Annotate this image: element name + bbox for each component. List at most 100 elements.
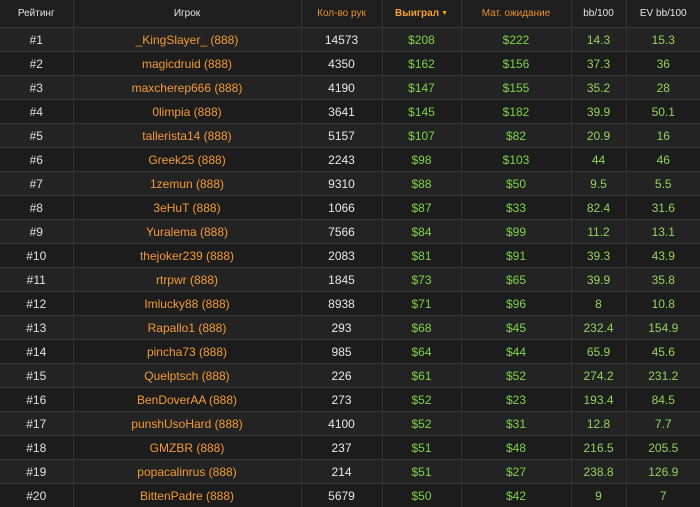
- table-row: #14pincha73 (888)985$64$4465.945.6: [0, 340, 700, 364]
- won-cell: $61: [382, 364, 461, 388]
- player-link[interactable]: rtrpwr (888): [156, 273, 218, 287]
- hands-cell: 237: [301, 436, 382, 460]
- player-link[interactable]: BenDoverAA (888): [137, 393, 237, 407]
- ev-cell: $23: [461, 388, 571, 412]
- rank-cell: #14: [0, 340, 73, 364]
- player-cell: BenDoverAA (888): [73, 388, 301, 412]
- sort-desc-icon: ▼: [441, 10, 448, 17]
- player-cell: Yuralema (888): [73, 220, 301, 244]
- player-link[interactable]: Quelptsch (888): [144, 369, 229, 383]
- hands-cell: 4100: [301, 412, 382, 436]
- ev-bb100-cell: 28: [626, 76, 700, 100]
- table-row: #10thejoker239 (888)2083$81$9139.343.9: [0, 244, 700, 268]
- table-row: #16BenDoverAA (888)273$52$23193.484.5: [0, 388, 700, 412]
- table-row: #9Yuralema (888)7566$84$9911.213.1: [0, 220, 700, 244]
- player-link[interactable]: popacalinrus (888): [137, 465, 236, 479]
- ev-cell: $96: [461, 292, 571, 316]
- ev-bb100-cell: 154.9: [626, 316, 700, 340]
- player-link[interactable]: Greek25 (888): [148, 153, 225, 167]
- ev-bb100-cell: 45.6: [626, 340, 700, 364]
- ev-bb100-cell: 7.7: [626, 412, 700, 436]
- header-bb100[interactable]: bb/100: [571, 0, 626, 28]
- bb100-cell: 193.4: [571, 388, 626, 412]
- ev-cell: $82: [461, 124, 571, 148]
- player-cell: Greek25 (888): [73, 148, 301, 172]
- hands-cell: 214: [301, 460, 382, 484]
- player-link[interactable]: thejoker239 (888): [140, 249, 234, 263]
- hands-cell: 4190: [301, 76, 382, 100]
- header-ev-bb100[interactable]: EV bb/100: [626, 0, 700, 28]
- bb100-cell: 11.2: [571, 220, 626, 244]
- player-link[interactable]: magicdruid (888): [142, 57, 232, 71]
- ev-bb100-cell: 205.5: [626, 436, 700, 460]
- table-row: #20BittenPadre (888)5679$50$4297: [0, 484, 700, 507]
- header-hands[interactable]: Кол-во рук: [301, 0, 382, 28]
- ev-bb100-cell: 10.8: [626, 292, 700, 316]
- player-link[interactable]: Imlucky88 (888): [144, 297, 229, 311]
- bb100-cell: 232.4: [571, 316, 626, 340]
- hands-cell: 14573: [301, 28, 382, 52]
- rank-cell: #3: [0, 76, 73, 100]
- rank-cell: #18: [0, 436, 73, 460]
- player-link[interactable]: 3eHuT (888): [153, 201, 220, 215]
- player-link[interactable]: tallerista14 (888): [142, 129, 231, 143]
- ev-cell: $222: [461, 28, 571, 52]
- player-link[interactable]: BittenPadre (888): [140, 489, 234, 503]
- won-cell: $64: [382, 340, 461, 364]
- bb100-cell: 238.8: [571, 460, 626, 484]
- header-won[interactable]: Выиграл▼: [382, 0, 461, 28]
- player-link[interactable]: Yuralema (888): [146, 225, 228, 239]
- bb100-cell: 39.9: [571, 100, 626, 124]
- player-link[interactable]: pincha73 (888): [147, 345, 227, 359]
- won-cell: $71: [382, 292, 461, 316]
- ev-bb100-cell: 15.3: [626, 28, 700, 52]
- ev-bb100-cell: 7: [626, 484, 700, 507]
- player-link[interactable]: Rapallo1 (888): [148, 321, 227, 335]
- header-rank[interactable]: Рейтинг: [0, 0, 73, 28]
- header-ev[interactable]: Мат. ожидание: [461, 0, 571, 28]
- table-row: #1 _KingSlayer_ (888) 14573$208$22214.315.…: [0, 28, 700, 52]
- ev-bb100-cell: 13.1: [626, 220, 700, 244]
- player-cell: BittenPadre (888): [73, 484, 301, 507]
- bb100-cell: 14.3: [571, 28, 626, 52]
- ev-cell: $48: [461, 436, 571, 460]
- player-link[interactable]: 1zemun (888): [150, 177, 224, 191]
- won-cell: $88: [382, 172, 461, 196]
- header-row: Рейтинг Игрок Кол-во рук Выиграл▼ Мат. о…: [0, 0, 700, 28]
- player-link[interactable]: maxcherep666 (888): [132, 81, 243, 95]
- ev-cell: $65: [461, 268, 571, 292]
- player-cell: 1zemun (888): [73, 172, 301, 196]
- leaderboard-table: Рейтинг Игрок Кол-во рук Выиграл▼ Мат. о…: [0, 0, 700, 507]
- rank-cell: #1: [0, 28, 73, 52]
- ev-cell: $156: [461, 52, 571, 76]
- rank-cell: #6: [0, 148, 73, 172]
- player-link[interactable]: punshUsoHard (888): [131, 417, 242, 431]
- bb100-cell: 65.9: [571, 340, 626, 364]
- player-link[interactable]: _KingSlayer_ (888): [136, 33, 239, 47]
- ev-cell: $31: [461, 412, 571, 436]
- table-row: #71zemun (888)9310$88$509.55.5: [0, 172, 700, 196]
- ev-cell: $27: [461, 460, 571, 484]
- won-cell: $73: [382, 268, 461, 292]
- bb100-cell: 39.3: [571, 244, 626, 268]
- header-player[interactable]: Игрок: [73, 0, 301, 28]
- player-link[interactable]: GMZBR (888): [150, 441, 225, 455]
- bb100-cell: 44: [571, 148, 626, 172]
- table-row: #17punshUsoHard (888)4100$52$3112.87.7: [0, 412, 700, 436]
- rank-cell: #4: [0, 100, 73, 124]
- bb100-cell: 9.5: [571, 172, 626, 196]
- rank-cell: #17: [0, 412, 73, 436]
- ev-cell: $42: [461, 484, 571, 507]
- table-row: #13Rapallo1 (888)293$68$45232.4154.9: [0, 316, 700, 340]
- won-cell: $81: [382, 244, 461, 268]
- won-cell: $208: [382, 28, 461, 52]
- player-cell: Imlucky88 (888): [73, 292, 301, 316]
- player-link[interactable]: 0limpia (888): [152, 105, 221, 119]
- ev-cell: $45: [461, 316, 571, 340]
- player-cell: punshUsoHard (888): [73, 412, 301, 436]
- ev-cell: $44: [461, 340, 571, 364]
- ev-cell: $50: [461, 172, 571, 196]
- won-cell: $68: [382, 316, 461, 340]
- ev-cell: $99: [461, 220, 571, 244]
- table-row: #19popacalinrus (888)214$51$27238.8126.9: [0, 460, 700, 484]
